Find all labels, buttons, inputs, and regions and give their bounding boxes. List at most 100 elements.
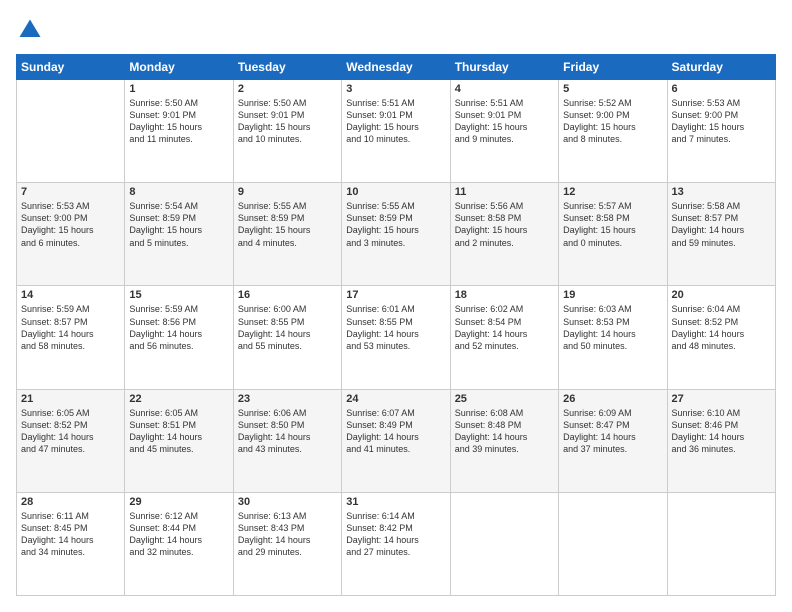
calendar-week-3: 14Sunrise: 5:59 AM Sunset: 8:57 PM Dayli… (17, 286, 776, 389)
calendar-cell: 28 Sunrise: 6:11 AM Sunset: 8:45 PM Dayli… (17, 492, 125, 595)
day-info: Sunrise: 5:58 AM Sunset: 8:57 PM Dayligh… (672, 200, 771, 249)
calendar-cell (450, 492, 558, 595)
calendar-cell: 14Sunrise: 5:59 AM Sunset: 8:57 PM Dayli… (17, 286, 125, 389)
day-info: Sunrise: 6:14 AM Sunset: 8:42 PM Dayligh… (346, 510, 445, 559)
day-info: Sunrise: 5:52 AM Sunset: 9:00 PM Dayligh… (563, 97, 662, 146)
day-info: Sunrise: 5:53 AM Sunset: 9:00 PM Dayligh… (21, 200, 120, 249)
day-number: 18 (455, 289, 554, 301)
calendar-cell: 23Sunrise: 6:06 AM Sunset: 8:50 PM Dayli… (233, 389, 341, 492)
calendar-cell: 29 Sunrise: 6:12 AM Sunset: 8:44 PM Dayli… (125, 492, 233, 595)
calendar-cell: 10 Sunrise: 5:55 AM Sunset: 8:59 PM Dayli… (342, 183, 450, 286)
day-info: Sunrise: 6:00 AM Sunset: 8:55 PM Dayligh… (238, 303, 337, 352)
page: SundayMondayTuesdayWednesdayThursdayFrid… (0, 0, 792, 612)
calendar-cell: 13 Sunrise: 5:58 AM Sunset: 8:57 PM Dayli… (667, 183, 775, 286)
day-info: Sunrise: 6:05 AM Sunset: 8:51 PM Dayligh… (129, 407, 228, 456)
day-number: 11 (455, 186, 554, 198)
calendar-cell (667, 492, 775, 595)
day-info: Sunrise: 5:55 AM Sunset: 8:59 PM Dayligh… (238, 200, 337, 249)
calendar-cell: 15 Sunrise: 5:59 AM Sunset: 8:56 PM Dayli… (125, 286, 233, 389)
day-number: 25 (455, 393, 554, 405)
calendar-cell: 6Sunrise: 5:53 AM Sunset: 9:00 PM Daylig… (667, 80, 775, 183)
day-info: Sunrise: 6:10 AM Sunset: 8:46 PM Dayligh… (672, 407, 771, 456)
day-number: 7 (21, 186, 120, 198)
header-day-sunday: Sunday (17, 55, 125, 80)
day-number: 20 (672, 289, 771, 301)
logo-icon (16, 16, 44, 44)
day-number: 6 (672, 83, 771, 95)
calendar-cell: 31 Sunrise: 6:14 AM Sunset: 8:42 PM Dayli… (342, 492, 450, 595)
day-info: Sunrise: 6:09 AM Sunset: 8:47 PM Dayligh… (563, 407, 662, 456)
day-info: Sunrise: 6:05 AM Sunset: 8:52 PM Dayligh… (21, 407, 120, 456)
calendar-table: SundayMondayTuesdayWednesdayThursdayFrid… (16, 54, 776, 596)
day-number: 8 (129, 186, 228, 198)
calendar-cell: 11 Sunrise: 5:56 AM Sunset: 8:58 PM Dayli… (450, 183, 558, 286)
logo (16, 16, 48, 44)
calendar-cell: 18Sunrise: 6:02 AM Sunset: 8:54 PM Dayli… (450, 286, 558, 389)
day-number: 3 (346, 83, 445, 95)
day-number: 29 (129, 496, 228, 508)
calendar-week-5: 28 Sunrise: 6:11 AM Sunset: 8:45 PM Dayli… (17, 492, 776, 595)
day-info: Sunrise: 5:50 AM Sunset: 9:01 PM Dayligh… (129, 97, 228, 146)
calendar-cell (17, 80, 125, 183)
day-number: 5 (563, 83, 662, 95)
day-info: Sunrise: 5:51 AM Sunset: 9:01 PM Dayligh… (346, 97, 445, 146)
day-info: Sunrise: 6:13 AM Sunset: 8:43 PM Dayligh… (238, 510, 337, 559)
day-number: 15 (129, 289, 228, 301)
calendar-cell: 17Sunrise: 6:01 AM Sunset: 8:55 PM Dayli… (342, 286, 450, 389)
day-number: 13 (672, 186, 771, 198)
header-day-wednesday: Wednesday (342, 55, 450, 80)
day-info: Sunrise: 6:03 AM Sunset: 8:53 PM Dayligh… (563, 303, 662, 352)
header-day-thursday: Thursday (450, 55, 558, 80)
day-info: Sunrise: 5:51 AM Sunset: 9:01 PM Dayligh… (455, 97, 554, 146)
calendar-cell: 2 Sunrise: 5:50 AM Sunset: 9:01 PM Daylig… (233, 80, 341, 183)
day-info: Sunrise: 6:04 AM Sunset: 8:52 PM Dayligh… (672, 303, 771, 352)
calendar-cell: 22 Sunrise: 6:05 AM Sunset: 8:51 PM Dayli… (125, 389, 233, 492)
day-info: Sunrise: 6:12 AM Sunset: 8:44 PM Dayligh… (129, 510, 228, 559)
calendar-cell: 3 Sunrise: 5:51 AM Sunset: 9:01 PM Daylig… (342, 80, 450, 183)
calendar-cell: 1 Sunrise: 5:50 AM Sunset: 9:01 PM Daylig… (125, 80, 233, 183)
day-number: 30 (238, 496, 337, 508)
calendar-cell: 12Sunrise: 5:57 AM Sunset: 8:58 PM Dayli… (559, 183, 667, 286)
day-info: Sunrise: 6:06 AM Sunset: 8:50 PM Dayligh… (238, 407, 337, 456)
header-day-friday: Friday (559, 55, 667, 80)
day-number: 22 (129, 393, 228, 405)
header (16, 16, 776, 44)
day-number: 1 (129, 83, 228, 95)
header-day-tuesday: Tuesday (233, 55, 341, 80)
calendar-cell: 7 Sunrise: 5:53 AM Sunset: 9:00 PM Daylig… (17, 183, 125, 286)
day-number: 19 (563, 289, 662, 301)
calendar-cell: 26 Sunrise: 6:09 AM Sunset: 8:47 PM Dayli… (559, 389, 667, 492)
day-number: 31 (346, 496, 445, 508)
day-info: Sunrise: 6:08 AM Sunset: 8:48 PM Dayligh… (455, 407, 554, 456)
calendar-cell: 19 Sunrise: 6:03 AM Sunset: 8:53 PM Dayli… (559, 286, 667, 389)
calendar-cell (559, 492, 667, 595)
calendar-cell: 5 Sunrise: 5:52 AM Sunset: 9:00 PM Daylig… (559, 80, 667, 183)
day-number: 26 (563, 393, 662, 405)
calendar-cell: 27 Sunrise: 6:10 AM Sunset: 8:46 PM Dayli… (667, 389, 775, 492)
day-info: Sunrise: 5:55 AM Sunset: 8:59 PM Dayligh… (346, 200, 445, 249)
calendar-week-1: 1 Sunrise: 5:50 AM Sunset: 9:01 PM Daylig… (17, 80, 776, 183)
calendar-cell: 25 Sunrise: 6:08 AM Sunset: 8:48 PM Dayli… (450, 389, 558, 492)
day-number: 10 (346, 186, 445, 198)
day-number: 12 (563, 186, 662, 198)
day-info: Sunrise: 5:59 AM Sunset: 8:56 PM Dayligh… (129, 303, 228, 352)
day-number: 21 (21, 393, 120, 405)
day-info: Sunrise: 5:54 AM Sunset: 8:59 PM Dayligh… (129, 200, 228, 249)
day-info: Sunrise: 5:50 AM Sunset: 9:01 PM Dayligh… (238, 97, 337, 146)
day-number: 9 (238, 186, 337, 198)
day-info: Sunrise: 5:56 AM Sunset: 8:58 PM Dayligh… (455, 200, 554, 249)
header-day-saturday: Saturday (667, 55, 775, 80)
calendar-cell: 21 Sunrise: 6:05 AM Sunset: 8:52 PM Dayli… (17, 389, 125, 492)
calendar-cell: 24Sunrise: 6:07 AM Sunset: 8:49 PM Dayli… (342, 389, 450, 492)
day-info: Sunrise: 5:59 AM Sunset: 8:57 PM Dayligh… (21, 303, 120, 352)
calendar-week-2: 7 Sunrise: 5:53 AM Sunset: 9:00 PM Daylig… (17, 183, 776, 286)
day-number: 2 (238, 83, 337, 95)
day-number: 28 (21, 496, 120, 508)
calendar-cell: 30 Sunrise: 6:13 AM Sunset: 8:43 PM Dayli… (233, 492, 341, 595)
calendar-header-row: SundayMondayTuesdayWednesdayThursdayFrid… (17, 55, 776, 80)
day-info: Sunrise: 6:11 AM Sunset: 8:45 PM Dayligh… (21, 510, 120, 559)
day-number: 4 (455, 83, 554, 95)
day-number: 27 (672, 393, 771, 405)
calendar-cell: 4 Sunrise: 5:51 AM Sunset: 9:01 PM Daylig… (450, 80, 558, 183)
calendar-week-4: 21 Sunrise: 6:05 AM Sunset: 8:52 PM Dayli… (17, 389, 776, 492)
